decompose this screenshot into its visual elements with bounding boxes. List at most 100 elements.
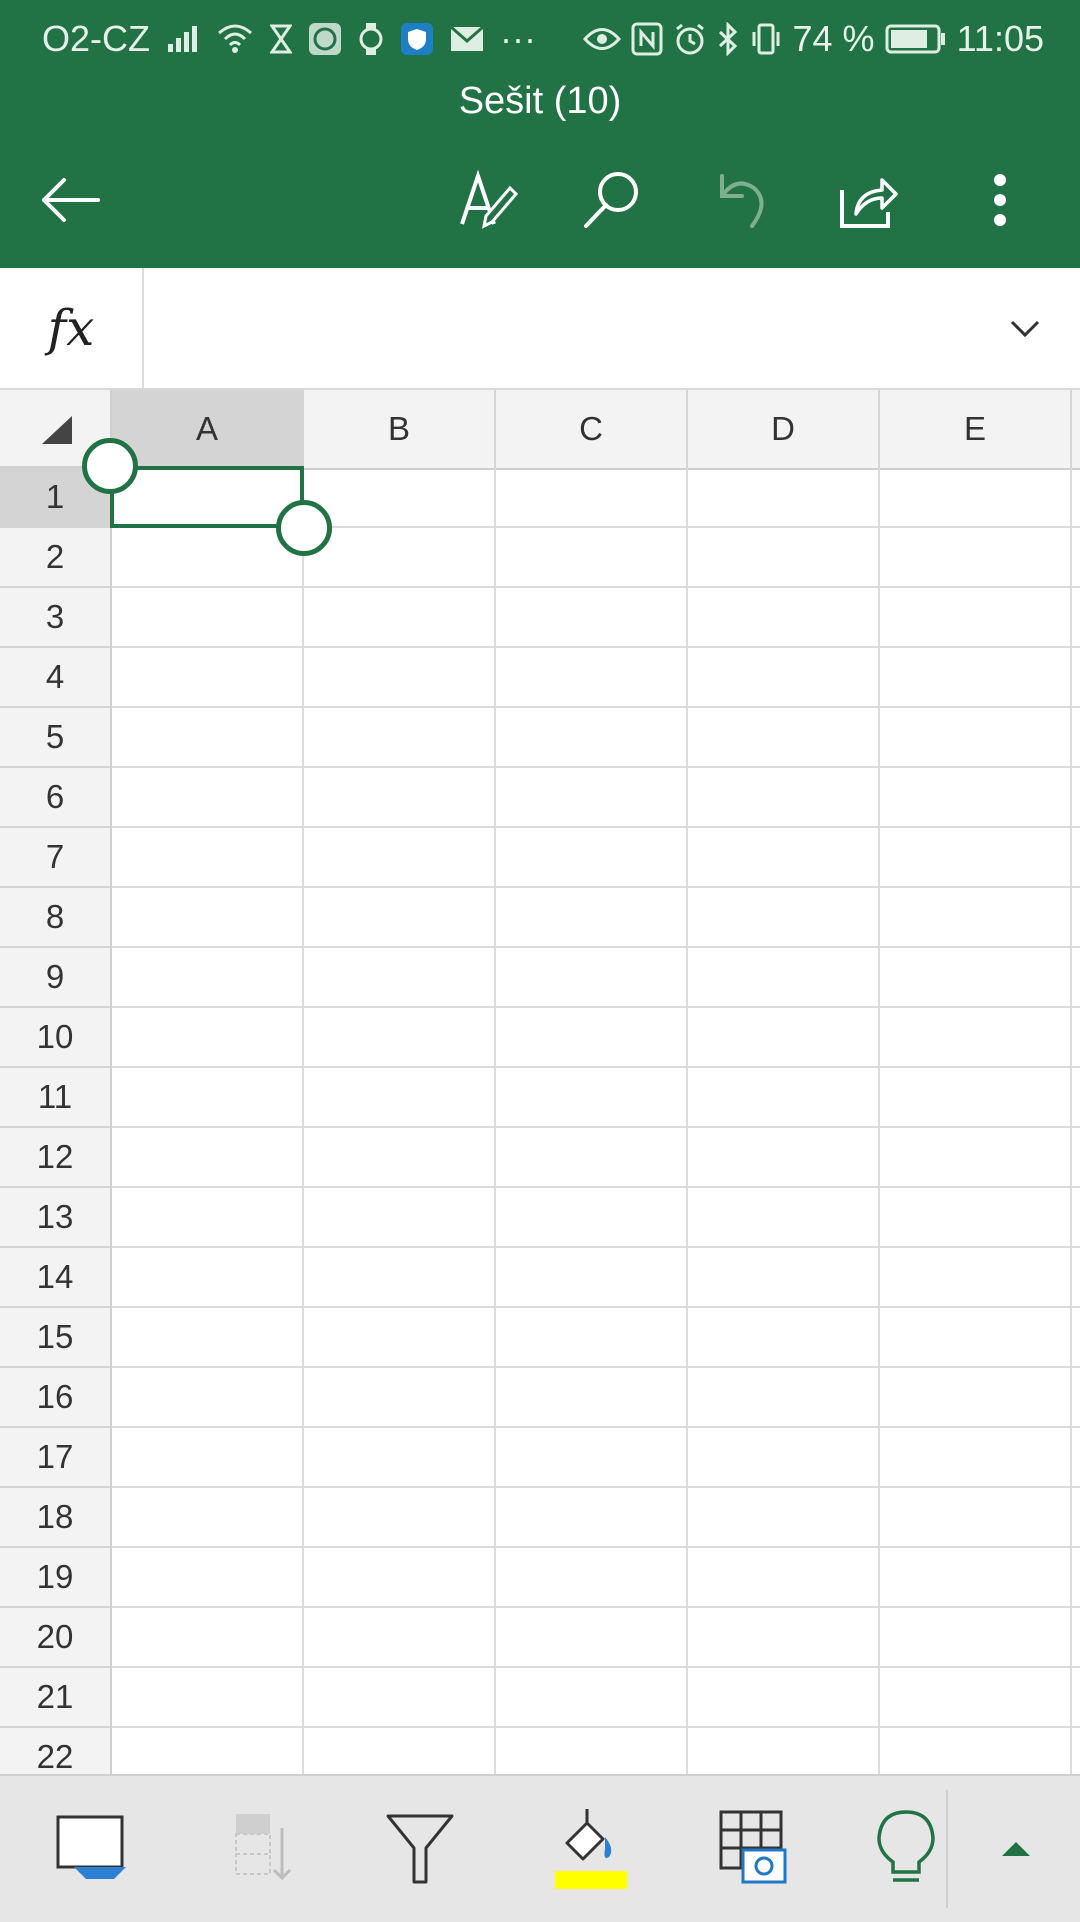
row-header-7[interactable]: 7 <box>0 828 112 888</box>
row-header-2[interactable]: 2 <box>0 528 112 588</box>
table-snapshot-icon <box>719 1810 787 1884</box>
row-header-14[interactable]: 14 <box>0 1248 112 1308</box>
row-header-15[interactable]: 15 <box>0 1308 112 1368</box>
selection-handle-top-left[interactable] <box>82 438 138 494</box>
eye-icon <box>582 26 621 52</box>
column-header-a[interactable]: A <box>112 390 304 468</box>
battery-percent: 74 % <box>792 18 875 59</box>
undo-icon <box>720 174 764 228</box>
formula-expand-button[interactable] <box>1000 304 1050 354</box>
column-header-b[interactable]: B <box>304 390 496 468</box>
cell-selection-box[interactable] <box>110 466 304 528</box>
document-title: Sešit (10) <box>458 80 622 122</box>
mi-fit-icon <box>308 22 342 56</box>
row-gridline <box>112 1066 1080 1068</box>
column-header-d[interactable]: D <box>688 390 880 468</box>
row-gridline <box>112 1186 1080 1188</box>
row-gridline <box>112 1246 1080 1248</box>
draw-button[interactable] <box>448 160 528 240</box>
signal-icon <box>166 24 200 54</box>
expand-toolbar-button[interactable] <box>966 1798 1066 1898</box>
bottom-toolbar <box>0 1774 1080 1922</box>
column-gridline <box>1070 468 1072 1774</box>
row-header-22[interactable]: 22 <box>0 1728 112 1774</box>
row-header-16[interactable]: 16 <box>0 1368 112 1428</box>
formula-input[interactable] <box>160 298 980 358</box>
filter-button[interactable] <box>370 1798 470 1898</box>
share-icon <box>840 178 898 228</box>
ideas-button[interactable] <box>856 1798 956 1898</box>
battery-icon <box>885 24 947 54</box>
row-gridline <box>112 586 1080 588</box>
app-bar: O2-CZ ··· 74 % 11:05 Sešit (10) <box>0 0 1080 268</box>
row-gridline <box>112 1486 1080 1488</box>
row-header-4[interactable]: 4 <box>0 648 112 708</box>
column-gridline <box>302 468 304 1774</box>
row-gridline <box>112 826 1080 828</box>
fill-color-button[interactable] <box>538 1798 638 1898</box>
watch-icon <box>358 22 384 56</box>
fill-color-icon <box>555 1809 627 1889</box>
sort-button[interactable] <box>210 1798 310 1898</box>
carrier-label: O2-CZ <box>42 18 150 59</box>
row-gridline <box>112 706 1080 708</box>
column-gridline <box>878 468 880 1774</box>
more-vert-icon <box>994 174 1006 226</box>
row-header-12[interactable]: 12 <box>0 1128 112 1188</box>
more-notifications: ··· <box>500 18 536 59</box>
row-header-3[interactable]: 3 <box>0 588 112 648</box>
row-header-8[interactable]: 8 <box>0 888 112 948</box>
shield-app-icon <box>400 22 434 56</box>
row-header-17[interactable]: 17 <box>0 1428 112 1488</box>
table-snapshot-button[interactable] <box>700 1798 800 1898</box>
row-gridline <box>112 1126 1080 1128</box>
expand-up-icon <box>1002 1842 1030 1856</box>
row-header-18[interactable]: 18 <box>0 1488 112 1548</box>
alarm-icon <box>673 22 707 56</box>
row-gridline <box>112 1306 1080 1308</box>
vibrate-icon <box>749 22 783 56</box>
row-gridline <box>112 1546 1080 1548</box>
back-button[interactable] <box>30 160 110 240</box>
row-gridline <box>112 1426 1080 1428</box>
column-header-e[interactable]: E <box>880 390 1072 468</box>
row-header-9[interactable]: 9 <box>0 948 112 1008</box>
row-gridline <box>112 766 1080 768</box>
back-arrow-icon <box>42 178 100 222</box>
undo-button[interactable] <box>700 160 780 240</box>
hourglass-icon <box>270 24 292 54</box>
selection-handle-bottom-right[interactable] <box>276 500 332 556</box>
present-screen-icon <box>56 1815 126 1879</box>
row-header-11[interactable]: 11 <box>0 1068 112 1128</box>
row-gridline <box>112 1006 1080 1008</box>
toolbar-divider <box>946 1790 948 1908</box>
column-header-c[interactable]: C <box>496 390 688 468</box>
row-header-6[interactable]: 6 <box>0 768 112 828</box>
formula-bar: fx <box>0 268 1080 390</box>
spreadsheet-grid[interactable]: ABCDE 1 2 3 4 5 6 7 8 9 10 11 12 13 14 15 16 17 18 19 20 21 2… <box>0 390 1080 1774</box>
search-icon <box>584 172 638 228</box>
draw-pen-icon <box>460 169 519 229</box>
row-header-13[interactable]: 13 <box>0 1188 112 1248</box>
column-gridline <box>494 468 496 1774</box>
sort-icon <box>235 1814 292 1881</box>
row-header-5[interactable]: 5 <box>0 708 112 768</box>
row-header-21[interactable]: 21 <box>0 1668 112 1728</box>
row-gridline <box>112 646 1080 648</box>
status-bar: O2-CZ ··· 74 % 11:05 <box>0 0 1080 76</box>
search-button[interactable] <box>572 160 652 240</box>
filter-icon <box>386 1814 454 1884</box>
row-gridline <box>112 1666 1080 1668</box>
chevron-down-icon <box>1010 320 1040 338</box>
row-header-10[interactable]: 10 <box>0 1008 112 1068</box>
row-gridline <box>112 1726 1080 1728</box>
row-header-19[interactable]: 19 <box>0 1548 112 1608</box>
row-header-20[interactable]: 20 <box>0 1608 112 1668</box>
present-button[interactable] <box>44 1798 144 1898</box>
nfc-icon <box>631 22 663 56</box>
more-options-button[interactable] <box>960 160 1040 240</box>
lightbulb-icon <box>877 1810 935 1882</box>
clock: 11:05 <box>956 18 1044 59</box>
share-button[interactable] <box>828 160 908 240</box>
wifi-icon <box>216 23 254 55</box>
